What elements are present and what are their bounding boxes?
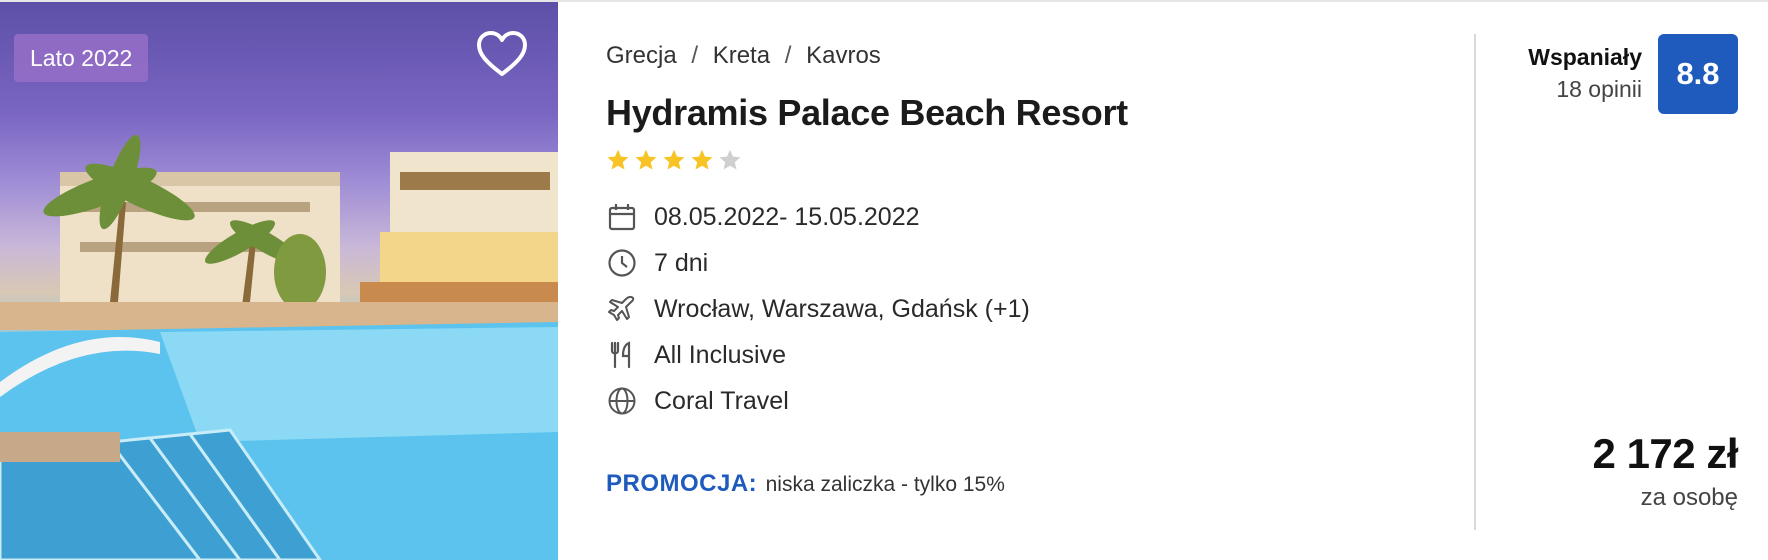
hotel-photo-illustration [0,134,558,560]
star-filled-icon [607,149,629,170]
departure-text[interactable]: Wrocław, Warszawa, Gdańsk (+1) [654,295,1030,324]
breadcrumb-city[interactable]: Kavros [806,42,881,69]
breadcrumb-separator: / [691,42,699,69]
breadcrumb-country[interactable]: Grecja [606,42,677,69]
operator-text: Coral Travel [654,386,789,415]
star-rating [606,148,742,174]
promo-text: niska zaliczka - tylko 15% [765,473,1005,496]
hotel-photo[interactable]: Lato 2022 [0,2,558,560]
breadcrumb-region[interactable]: Kreta [713,42,770,69]
fact-dates: 08.05.2022- 15.05.2022 [606,200,920,234]
reviews-count-link[interactable]: 18 opinii [1556,76,1642,103]
offer-card[interactable]: Lato 2022 Grecja / Kreta / Kavros Hydram… [0,0,1768,560]
season-badge: Lato 2022 [14,34,149,82]
price-note: za osobę [1640,484,1738,511]
hotel-name[interactable]: Hydramis Palace Beach Resort [606,92,1128,134]
dates-text: 08.05.2022- 15.05.2022 [654,202,920,231]
breadcrumb: Grecja / Kreta / Kavros [606,42,881,70]
fact-operator: Coral Travel [606,384,789,418]
price: 2 172 zł [1592,430,1739,477]
cutlery-icon [606,339,638,371]
star-filled-icon [691,149,713,170]
fact-duration: 7 dni [606,246,708,280]
promo-line: PROMOCJA: niska zaliczka - tylko 15% [606,470,1005,498]
star-filled-icon [635,149,657,170]
column-divider [1474,34,1476,530]
duration-text: 7 dni [654,248,709,277]
plane-icon [606,293,638,325]
globe-icon [606,385,638,417]
rating-score-badge[interactable]: 8.8 [1658,34,1738,114]
rating-label: Wspaniały [1528,44,1642,70]
calendar-icon [606,201,638,233]
star-filled-icon [663,149,685,170]
clock-icon [606,247,638,279]
board-text: All Inclusive [654,340,786,369]
promo-label: PROMOCJA: [606,470,758,497]
fact-board: All Inclusive [606,338,786,372]
breadcrumb-separator: / [784,42,792,69]
fact-departure: Wrocław, Warszawa, Gdańsk (+1) [606,292,1030,326]
star-empty-icon [719,149,741,170]
heart-icon[interactable] [476,30,528,78]
